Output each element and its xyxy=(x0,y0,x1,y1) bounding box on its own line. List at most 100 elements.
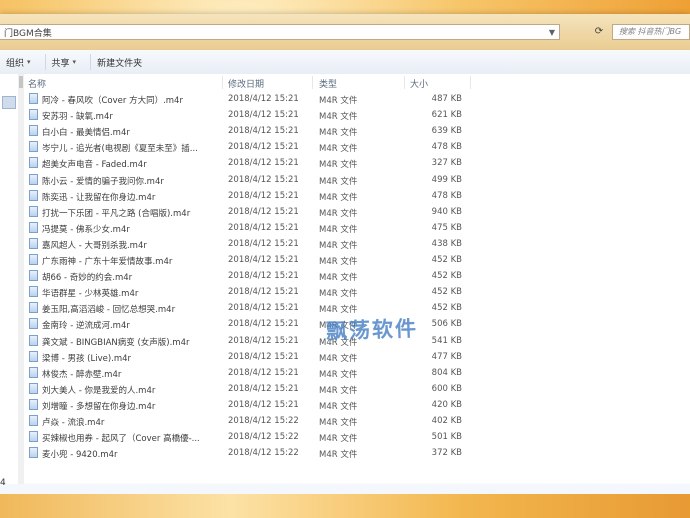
file-name: 龚文斌 - BINGBIAN病变 (女声版).m4r xyxy=(42,337,190,348)
table-row[interactable]: 麦小兜 - 9420.m4r 2018/4/12 15:22 M4R 文件 372 K… xyxy=(24,445,690,461)
table-row[interactable]: 林俊杰 - 醉赤壁.m4r 2018/4/12 15:21 M4R 文件 804 KB xyxy=(24,365,690,381)
file-type: M4R 文件 xyxy=(319,192,358,203)
file-name: 梁博 - 男孩 (Live).m4r xyxy=(42,353,132,364)
chevron-down-icon[interactable]: ▼ xyxy=(549,28,555,37)
file-date: 2018/4/12 15:21 xyxy=(228,303,299,314)
navigation-pane xyxy=(0,74,19,484)
file-size: 940 KB xyxy=(431,206,462,217)
file-size: 639 KB xyxy=(431,126,462,137)
column-divider[interactable] xyxy=(404,76,405,89)
file-name: 超美女声电音 - Faded.m4r xyxy=(42,160,147,171)
file-icon xyxy=(29,125,38,137)
table-row[interactable]: 阿冷 - 春风吹（Cover 方大同）.m4r 2018/4/12 15:21 M4… xyxy=(24,91,690,107)
column-divider[interactable] xyxy=(470,76,471,89)
table-row[interactable]: 刘大美人 - 你是我爱的人.m4r 2018/4/12 15:21 M4R 文件 60… xyxy=(24,381,690,397)
file-name: 安苏羽 - 缺氧.m4r xyxy=(42,112,113,123)
file-type: M4R 文件 xyxy=(319,450,358,461)
file-name: 陈奕迅 - 让我留在你身边.m4r xyxy=(42,192,156,203)
column-divider[interactable] xyxy=(222,76,223,89)
file-name: 金南玲 - 逆流成河.m4r xyxy=(42,321,130,332)
file-type: M4R 文件 xyxy=(319,224,358,235)
file-icon xyxy=(29,109,38,121)
file-name: 陈小云 - 爱情的骗子我问你.m4r xyxy=(42,176,164,187)
nav-folder-icon[interactable] xyxy=(2,96,16,109)
file-name: 嘉风超人 - 大哥别杀我.m4r xyxy=(42,240,147,251)
file-size: 487 KB xyxy=(431,94,462,104)
file-icon xyxy=(29,93,38,104)
file-name: 广东雨神 - 广东十年爱情故事.m4r xyxy=(42,257,173,267)
file-date: 2018/4/12 15:21 xyxy=(228,287,299,298)
file-size: 327 KB xyxy=(431,158,462,169)
file-date: 2018/4/12 15:21 xyxy=(228,190,299,201)
breadcrumb-bar[interactable]: 门BGM合集 ▼ xyxy=(0,24,560,40)
table-row[interactable]: 超美女声电音 - Faded.m4r 2018/4/12 15:21 M4R 文件 3… xyxy=(24,155,690,171)
file-icon xyxy=(29,366,38,378)
table-row[interactable]: 刘增瞳 - 多想留在你身边.m4r 2018/4/12 15:21 M4R 文件 42… xyxy=(24,397,690,413)
file-size: 621 KB xyxy=(431,110,462,121)
file-icon xyxy=(29,189,38,201)
table-row[interactable]: 广东雨神 - 广东十年爱情故事.m4r 2018/4/12 15:21 M4R 文件… xyxy=(24,252,690,268)
file-icon xyxy=(29,398,38,410)
file-type: M4R 文件 xyxy=(319,240,358,251)
file-size: 600 KB xyxy=(431,383,462,394)
share-menu-button[interactable]: 共享 ▾ xyxy=(46,56,91,69)
file-type: M4R 文件 xyxy=(319,273,358,284)
file-date: 2018/4/12 15:22 xyxy=(228,448,299,459)
file-name: 刘大美人 - 你是我爱的人.m4r xyxy=(42,385,156,396)
file-icon xyxy=(29,431,38,443)
file-size: 452 KB xyxy=(431,271,462,282)
file-icon xyxy=(29,334,38,346)
table-row[interactable]: 陈奕迅 - 让我留在你身边.m4r 2018/4/12 15:21 M4R 文件 47… xyxy=(24,188,690,204)
column-header-name[interactable]: 名称 xyxy=(28,77,46,90)
file-name: 姜玉阳,高滔滔峻 - 回忆总想哭.m4r xyxy=(42,305,176,316)
file-type: M4R 文件 xyxy=(319,112,358,123)
file-size: 438 KB xyxy=(431,238,462,249)
refresh-icon[interactable]: ⟳ xyxy=(592,24,606,40)
file-name: 冯提莫 - 佛系少女.m4r xyxy=(42,224,130,235)
table-row[interactable]: 华语群星 - 少林英雄.m4r 2018/4/12 15:21 M4R 文件 452 … xyxy=(24,284,690,300)
organize-menu-button[interactable]: 组织 ▾ xyxy=(0,56,45,69)
file-date: 2018/4/12 15:21 xyxy=(228,319,299,330)
table-row[interactable]: 岑宁儿 - 追光者(电视剧《夏至未至》插... 2018/4/12 15:21 M4… xyxy=(24,139,690,155)
file-icon xyxy=(29,350,38,362)
file-icon xyxy=(29,254,38,265)
column-header-date[interactable]: 修改日期 xyxy=(228,77,264,90)
file-date: 2018/4/12 15:22 xyxy=(228,432,299,443)
column-divider[interactable] xyxy=(312,76,313,89)
table-row[interactable]: 陈小云 - 爱情的骗子我问你.m4r 2018/4/12 15:21 M4R 文件 4… xyxy=(24,172,690,188)
watermark-text: 飘荡软件 xyxy=(325,315,419,344)
table-row[interactable]: 安苏羽 - 缺氧.m4r 2018/4/12 15:21 M4R 文件 621 KB xyxy=(24,107,690,123)
table-row[interactable]: 卢焱 - 流浪.m4r 2018/4/12 15:22 M4R 文件 402 KB xyxy=(24,413,690,429)
file-type: M4R 文件 xyxy=(319,353,358,364)
column-header-size[interactable]: 大小 xyxy=(410,77,428,90)
file-name: 岑宁儿 - 追光者(电视剧《夏至未至》插... xyxy=(42,144,198,155)
file-date: 2018/4/12 15:21 xyxy=(228,383,299,394)
column-header-type[interactable]: 类型 xyxy=(319,77,337,90)
file-date: 2018/4/12 15:21 xyxy=(228,142,299,153)
file-type: M4R 文件 xyxy=(319,96,358,106)
file-type: M4R 文件 xyxy=(319,401,358,412)
table-row[interactable]: 冯提莫 - 佛系少女.m4r 2018/4/12 15:21 M4R 文件 475 K… xyxy=(24,220,690,236)
file-name: 卢焱 - 流浪.m4r xyxy=(42,418,105,428)
file-icon xyxy=(29,157,38,169)
search-input[interactable]: 搜索 抖音热门BG xyxy=(612,24,690,40)
file-size: 420 KB xyxy=(431,399,462,410)
file-date: 2018/4/12 15:21 xyxy=(228,367,299,378)
file-name: 买辣椒也用券 - 起风了（Cover 高橋優-... xyxy=(42,434,200,445)
new-folder-button[interactable]: 新建文件夹 xyxy=(91,56,156,69)
table-row[interactable]: 买辣椒也用券 - 起风了（Cover 高橋優-... 2018/4/12 15:2… xyxy=(24,429,690,445)
share-label: 共享 xyxy=(51,58,70,69)
file-icon xyxy=(29,205,38,217)
table-row[interactable]: 嘉风超人 - 大哥别杀我.m4r 2018/4/12 15:21 M4R 文件 438… xyxy=(24,236,690,252)
file-size: 452 KB xyxy=(431,255,462,265)
table-row[interactable]: 梁博 - 男孩 (Live).m4r 2018/4/12 15:21 M4R 文件 4… xyxy=(24,349,690,365)
file-name: 白小白 - 最美情侣.m4r xyxy=(42,128,130,139)
file-date: 2018/4/12 15:21 xyxy=(228,351,299,362)
file-type: M4R 文件 xyxy=(319,176,358,187)
table-row[interactable]: 白小白 - 最美情侣.m4r 2018/4/12 15:21 M4R 文件 639 K… xyxy=(24,123,690,139)
file-size: 475 KB xyxy=(431,222,462,233)
scroll-thumb[interactable] xyxy=(19,76,23,88)
file-date: 2018/4/12 15:21 xyxy=(228,222,299,233)
table-row[interactable]: 胡66 - 奇妙的约会.m4r 2018/4/12 15:21 M4R 文件 452 … xyxy=(24,268,690,284)
table-row[interactable]: 打扰一下乐团 - 平凡之路 (合唱版).m4r 2018/4/12 15:21 M4… xyxy=(24,204,690,220)
